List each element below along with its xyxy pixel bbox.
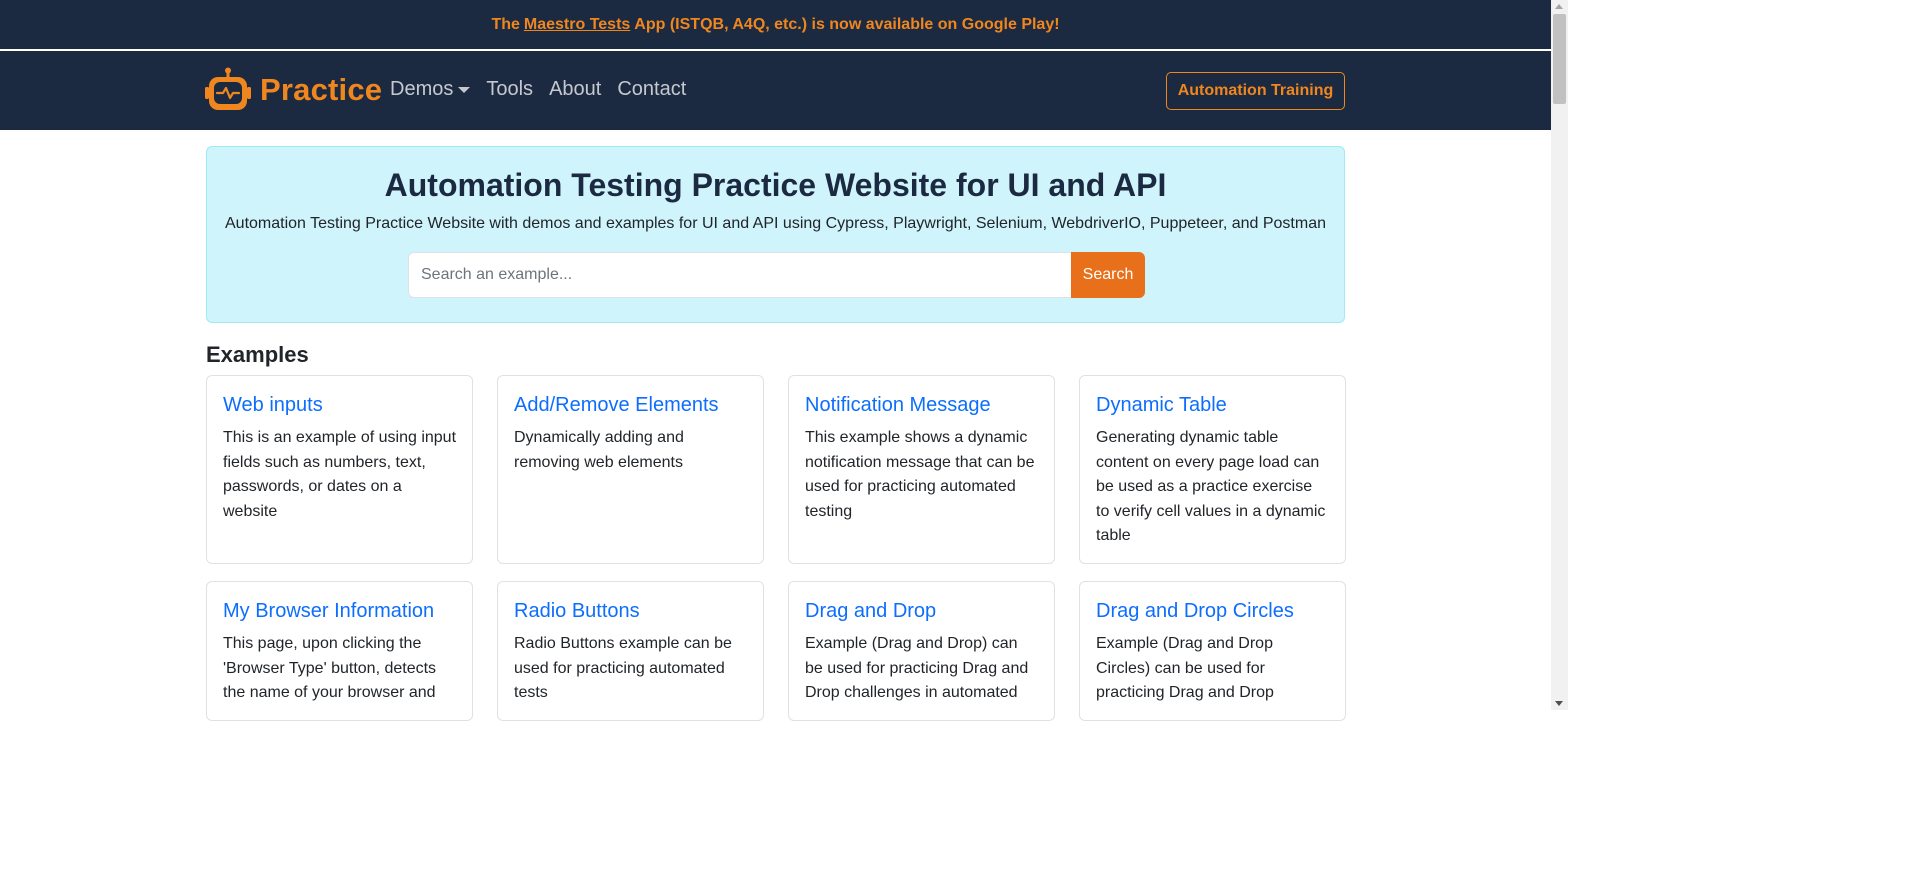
nav-about-link[interactable]: About (549, 78, 601, 101)
example-card: Drag and Drop Example (Drag and Drop) ca… (788, 581, 1055, 721)
card-text: This is an example of using input fields… (223, 429, 457, 520)
scroll-down-arrow-icon[interactable] (1555, 701, 1563, 706)
card-text: This page, upon clicking the 'Browser Ty… (223, 635, 437, 701)
maestro-tests-link[interactable]: Maestro Tests (524, 16, 630, 34)
card-title-link[interactable]: Drag and Drop (805, 598, 1038, 624)
announcement-prefix: The (491, 15, 520, 33)
nav-contact-link[interactable]: Contact (617, 78, 686, 101)
nav-tools-link[interactable]: Tools (486, 78, 533, 101)
card-text: This example shows a dynamic notificatio… (805, 429, 1035, 520)
card-text: Generating dynamic table content on ever… (1096, 429, 1326, 544)
example-card: Notification Message This example shows … (788, 375, 1055, 564)
scroll-up-arrow-icon[interactable] (1555, 4, 1563, 9)
nav-demos-dropdown[interactable]: Demos (390, 78, 471, 101)
example-card: Drag and Drop Circles Example (Drag and … (1079, 581, 1346, 721)
card-text: Example (Drag and Drop Circles) can be u… (1096, 635, 1274, 701)
brand[interactable]: Practice (205, 67, 382, 113)
card-title-link[interactable]: Web inputs (223, 392, 456, 418)
search-button[interactable]: Search (1071, 252, 1145, 298)
page-subtitle: Automation Testing Practice Website with… (225, 215, 1326, 232)
card-text: Radio Buttons example can be used for pr… (514, 635, 732, 701)
search-input[interactable] (408, 252, 1071, 298)
example-card: Dynamic Table Generating dynamic table c… (1079, 375, 1346, 564)
nav-links: Demos Tools About Contact (390, 78, 702, 101)
robot-icon (205, 67, 251, 110)
announcement-suffix: App (ISTQB, A4Q, etc.) is now available … (634, 15, 1060, 33)
example-card: Radio Buttons Radio Buttons example can … (497, 581, 764, 721)
example-card: My Browser Information This page, upon c… (206, 581, 473, 721)
example-card: Add/Remove Elements Dynamically adding a… (497, 375, 764, 564)
card-title-link[interactable]: Add/Remove Elements (514, 392, 747, 418)
page-title: Automation Testing Practice Website for … (384, 167, 1167, 203)
page-scrollbar[interactable] (1551, 0, 1568, 710)
card-text: Example (Drag and Drop) can be used for … (805, 635, 1029, 701)
hero-banner: Automation Testing Practice Website for … (206, 146, 1345, 323)
search-form: Search (408, 252, 1145, 298)
announcement-bar: The Maestro Tests App (ISTQB, A4Q, etc.)… (0, 0, 1551, 50)
card-text: Dynamically adding and removing web elem… (514, 429, 684, 471)
nav-demos-label: Demos (390, 78, 454, 100)
automation-training-button[interactable]: Automation Training (1166, 72, 1345, 110)
navbar: Practice Demos Tools About Contact Autom… (0, 51, 1551, 130)
card-title-link[interactable]: Notification Message (805, 392, 1038, 418)
card-title-link[interactable]: Radio Buttons (514, 598, 747, 624)
scrollbar-thumb[interactable] (1553, 14, 1566, 104)
examples-heading: Examples (206, 342, 309, 367)
caret-down-icon (458, 86, 471, 93)
brand-name: Practice (260, 72, 383, 107)
card-title-link[interactable]: My Browser Information (223, 598, 456, 624)
example-card: Web inputs This is an example of using i… (206, 375, 473, 564)
card-title-link[interactable]: Drag and Drop Circles (1096, 598, 1329, 624)
card-title-link[interactable]: Dynamic Table (1096, 392, 1329, 418)
